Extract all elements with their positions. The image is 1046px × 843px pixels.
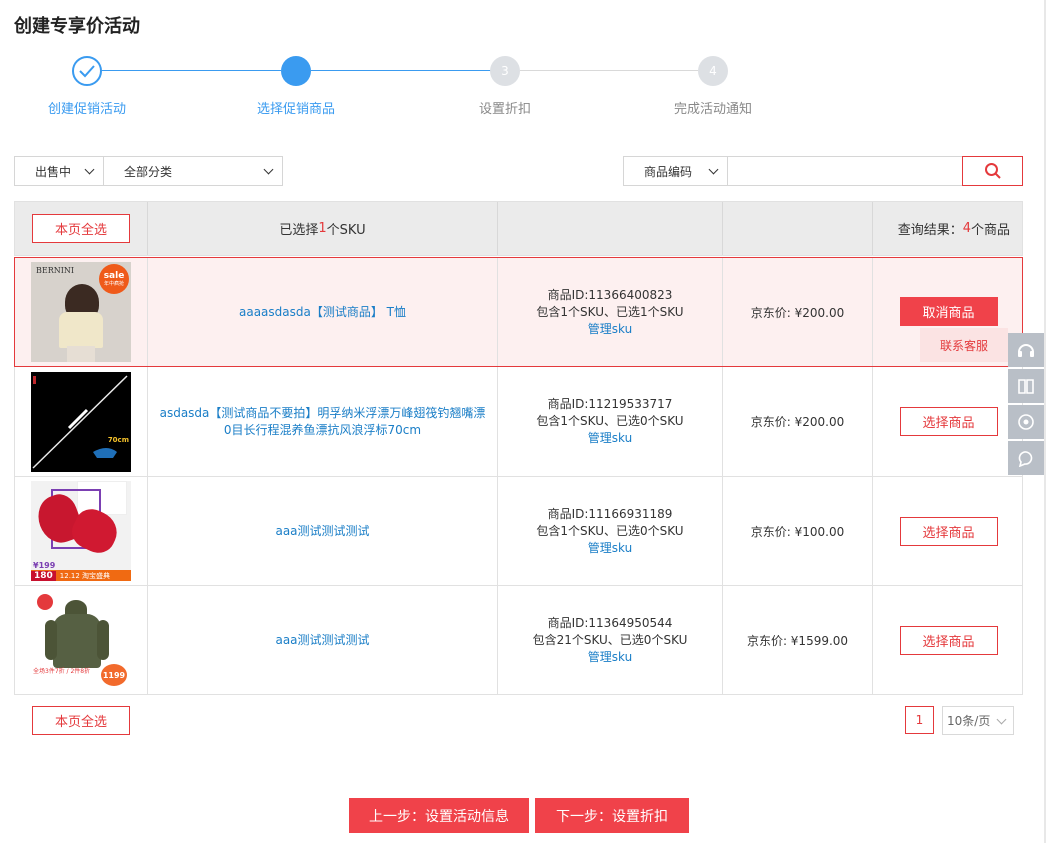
product-id: 商品ID:11364950544 (547, 615, 673, 630)
chevron-down-icon (996, 714, 1007, 725)
next-step-button[interactable]: 下一步：设置折扣 (535, 798, 689, 833)
step-connector (101, 70, 281, 71)
step-1-circle (72, 56, 102, 86)
customer-service-button[interactable] (1008, 333, 1044, 367)
video-button[interactable] (1008, 405, 1044, 439)
page-number-current[interactable]: 1 (905, 706, 934, 734)
book-icon (1018, 379, 1034, 394)
step-4-label: 完成活动通知 (673, 102, 752, 117)
product-thumbnail[interactable]: 全场3件7折 / 2件8折 1199 (31, 590, 131, 690)
selected-count: 1 (318, 221, 327, 236)
product-id: 商品ID:11219533717 (547, 397, 673, 411)
product-thumbnail[interactable]: BERNINI sale 年中疯抢 (31, 262, 131, 362)
product-name-link[interactable]: aaaasdasda【测试商品】 T恤 (229, 304, 416, 321)
step-connector (311, 70, 491, 71)
floating-toolbar (1008, 333, 1044, 477)
sku-summary: 包含1个SKU、已选0个SKU (536, 523, 684, 538)
sku-summary: 包含1个SKU、已选0个SKU (536, 414, 684, 428)
feedback-button[interactable] (1008, 441, 1044, 475)
select-product-button[interactable]: 选择商品 (899, 407, 998, 436)
table-row: ¥199 180 12.12 淘宝盛典 aaa测试测试测试 商品ID:11166… (14, 477, 1023, 586)
selected-summary: 已选择 1 个SKU (148, 202, 498, 255)
category-select[interactable]: 全部分类 (103, 156, 283, 186)
status-select[interactable]: 出售中 (14, 156, 104, 186)
cancel-product-button[interactable]: 取消商品 (899, 297, 998, 326)
manage-sku-link[interactable]: 管理sku (588, 321, 632, 338)
result-count: 4 (962, 221, 971, 236)
table-header: 本页全选 已选择 1 个SKU 查询结果： 4 个商品 (14, 201, 1023, 256)
step-2-circle (281, 56, 311, 86)
product-thumbnail[interactable]: 70cm (31, 371, 131, 472)
contact-service-tooltip[interactable]: 联系客服 (920, 328, 1008, 362)
manage-sku-link[interactable]: 管理sku (588, 540, 632, 557)
search-icon (984, 163, 1001, 179)
chevron-down-icon (708, 164, 719, 175)
step-connector (520, 70, 698, 71)
sku-summary: 包含1个SKU、已选1个SKU (536, 304, 684, 319)
step-4-circle: 4 (698, 56, 728, 86)
sku-summary: 包含21个SKU、已选0个SKU (532, 632, 688, 647)
page-title: 创建专享价活动 (14, 16, 140, 37)
status-select-value: 出售中 (35, 164, 72, 179)
category-select-value: 全部分类 (124, 164, 173, 179)
manage-sku-link[interactable]: 管理sku (588, 430, 632, 447)
page-size-select[interactable]: 10条/页 (942, 706, 1014, 735)
table-row: 70cm asdasda【测试商品不要拍】明孚纳米浮漂万峰翅筏钓翘嘴漂0目长行程… (14, 367, 1023, 477)
guide-button[interactable] (1008, 369, 1044, 403)
product-price: 京东价: ¥200.00 (723, 258, 873, 366)
product-price: 京东价: ¥1599.00 (723, 586, 873, 694)
table-row: BERNINI sale 年中疯抢 aaaasdasda【测试商品】 T恤 商品… (14, 257, 1023, 367)
product-name-link[interactable]: aaa测试测试测试 (265, 523, 379, 540)
search-type-select[interactable]: 商品编码 (623, 156, 728, 186)
sale-badge: sale 年中疯抢 (99, 264, 129, 294)
table-row: 全场3件7折 / 2件8折 1199 aaa测试测试测试 商品ID:113649… (14, 586, 1023, 695)
product-name-link[interactable]: asdasda【测试商品不要拍】明孚纳米浮漂万峰翅筏钓翘嘴漂0目长行程混养鱼漂抗… (148, 405, 497, 439)
step-3-label: 设置折扣 (478, 102, 531, 117)
chevron-down-icon (84, 164, 95, 175)
select-all-button-bottom[interactable]: 本页全选 (32, 706, 130, 735)
play-icon (1018, 414, 1034, 430)
search-input[interactable] (728, 156, 964, 186)
product-id: 商品ID:11366400823 (547, 287, 673, 302)
search-type-value: 商品编码 (644, 164, 693, 179)
select-all-button-top[interactable]: 本页全选 (32, 214, 130, 243)
chevron-down-icon (263, 164, 274, 175)
select-product-button[interactable]: 选择商品 (899, 516, 998, 546)
check-icon (79, 65, 95, 78)
prev-step-button[interactable]: 上一步：设置活动信息 (349, 798, 529, 833)
step-3-circle: 3 (490, 56, 520, 86)
product-id: 商品ID:11166931189 (547, 506, 673, 521)
product-thumbnail[interactable]: ¥199 180 12.12 淘宝盛典 (31, 481, 131, 581)
manage-sku-link[interactable]: 管理sku (588, 649, 632, 666)
chat-icon (1018, 451, 1033, 467)
select-product-button[interactable]: 选择商品 (899, 625, 998, 655)
progress-steps: 3 4 创建促销活动 选择促销商品 设置折扣 完成活动通知 (0, 52, 1046, 122)
search-button[interactable] (962, 156, 1023, 186)
headset-icon (1018, 344, 1034, 357)
product-price: 京东价: ¥100.00 (723, 477, 873, 585)
product-name-link[interactable]: aaa测试测试测试 (265, 632, 379, 649)
product-price: 京东价: ¥200.00 (723, 367, 873, 476)
step-1-label: 创建促销活动 (47, 102, 126, 117)
step-2-label: 选择促销商品 (256, 102, 335, 117)
result-summary: 查询结果： 4 个商品 (897, 221, 1010, 238)
